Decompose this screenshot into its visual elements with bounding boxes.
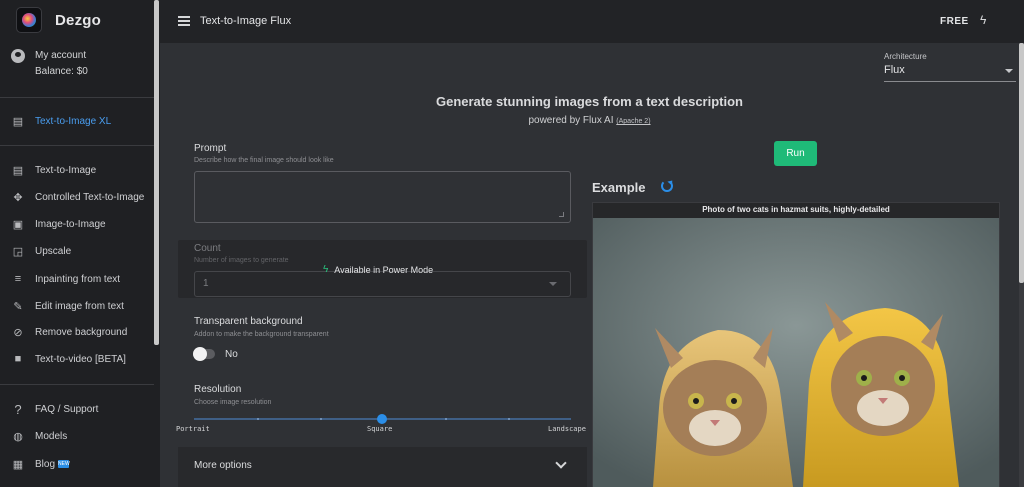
dezgo-logo bbox=[16, 7, 42, 33]
balance-text: Balance: $0 bbox=[35, 66, 88, 77]
sidebar-item-inpainting[interactable]: ≡ Inpainting from text bbox=[11, 272, 120, 286]
slider-tick bbox=[320, 418, 322, 420]
sidebar-item-label: Remove background bbox=[35, 326, 128, 338]
count-hint: Number of images to generate bbox=[194, 257, 289, 264]
sidebar-item-label: Blog bbox=[35, 458, 56, 470]
sidebar-item-text-to-video[interactable]: ■ Text-to-video [BETA] bbox=[11, 352, 126, 366]
resolution-option-landscape[interactable]: Landscape bbox=[548, 425, 586, 433]
account-circle-icon bbox=[11, 49, 25, 63]
sidebar-item-remove-background[interactable]: ⊘ Remove background bbox=[11, 325, 127, 339]
headline: Generate stunning images from a text des… bbox=[435, 94, 743, 109]
sidebar-divider bbox=[0, 145, 154, 146]
sidebar: Dezgo My account Balance: $0 ▤ Text-to-I… bbox=[0, 0, 160, 487]
run-button[interactable]: Run bbox=[774, 141, 817, 166]
resolution-hint: Choose image resolution bbox=[194, 399, 272, 406]
sidebar-item-label: Edit image from text bbox=[35, 300, 124, 312]
slider-tick bbox=[257, 418, 259, 420]
slider-thumb[interactable] bbox=[377, 414, 387, 424]
sidebar-item-label: Upscale bbox=[35, 245, 72, 257]
models-icon: ◍ bbox=[13, 430, 23, 443]
transparent-bg-label: Transparent background bbox=[194, 316, 303, 327]
example-image bbox=[593, 218, 999, 487]
sidebar-item-controlled-text-to-image[interactable]: ✥ Controlled Text-to-Image bbox=[11, 190, 144, 204]
powered-by-text: powered by Flux AI bbox=[528, 115, 614, 126]
sidebar-item-label: Image-to-Image bbox=[35, 218, 106, 230]
menu-icon[interactable] bbox=[178, 16, 190, 26]
sidebar-item-label: Text-to-video [BETA] bbox=[35, 353, 126, 365]
new-badge: NEW bbox=[58, 460, 70, 468]
sidebar-divider bbox=[0, 97, 154, 98]
bolt-icon[interactable]: ϟ bbox=[980, 13, 986, 27]
sidebar-item-text-to-image[interactable]: ▤ Text-to-Image bbox=[11, 163, 96, 177]
resolution-option-portrait[interactable]: Portrait bbox=[176, 425, 210, 433]
chat-icon: ▤ bbox=[12, 164, 24, 177]
dropdown-caret-icon[interactable] bbox=[1005, 69, 1013, 73]
sidebar-item-label: Text-to-Image XL bbox=[35, 115, 112, 127]
sidebar-item-label: Controlled Text-to-Image bbox=[35, 191, 145, 203]
sidebar-item-faq[interactable]: ? FAQ / Support bbox=[11, 401, 99, 417]
sidebar-item-label: FAQ / Support bbox=[35, 403, 99, 415]
more-options-label[interactable]: More options bbox=[194, 460, 252, 471]
prompt-label: Prompt bbox=[194, 143, 227, 154]
sidebar-item-edit-image[interactable]: ✎ Edit image from text bbox=[11, 299, 124, 313]
power-mode-note[interactable]: ϟ Available in Power Mode bbox=[323, 264, 433, 275]
sidebar-item-label: Text-to-Image bbox=[35, 164, 97, 176]
help-icon: ? bbox=[14, 401, 22, 417]
account-label: My account bbox=[35, 50, 87, 61]
transparent-bg-hint: Addon to make the background transparent bbox=[194, 331, 329, 338]
edit-note-icon: ✎ bbox=[13, 300, 23, 313]
brand[interactable]: Dezgo bbox=[16, 7, 101, 33]
sidebar-item-upscale[interactable]: ◲ Upscale bbox=[11, 244, 71, 258]
example-title: Example bbox=[592, 180, 646, 195]
refresh-icon[interactable] bbox=[661, 180, 673, 192]
slider-tick bbox=[445, 418, 447, 420]
video-icon: ■ bbox=[14, 353, 22, 365]
resolution-label: Resolution bbox=[194, 384, 242, 395]
slider-tick bbox=[508, 418, 510, 420]
page-title: Text-to-Image Flux bbox=[200, 15, 292, 27]
architecture-label: Architecture bbox=[884, 52, 927, 61]
blog-icon: ▦ bbox=[12, 458, 24, 471]
wrap-text-icon: ≡ bbox=[14, 273, 22, 285]
count-value: 1 bbox=[203, 278, 209, 289]
architecture-select[interactable]: Flux bbox=[884, 64, 905, 76]
move-icon: ✥ bbox=[13, 191, 23, 204]
sidebar-item-label: Inpainting from text bbox=[35, 273, 121, 285]
prompt-input[interactable] bbox=[194, 171, 571, 223]
upscale-icon: ◲ bbox=[12, 245, 24, 258]
main-scrollbar[interactable] bbox=[1019, 43, 1024, 283]
dropdown-caret-icon bbox=[549, 282, 557, 286]
image-icon: ▣ bbox=[12, 218, 24, 231]
plan-label[interactable]: FREE bbox=[940, 16, 969, 27]
toggle-value: No bbox=[225, 349, 238, 360]
sidebar-item-models[interactable]: ◍ Models bbox=[11, 429, 67, 443]
toggle-knob[interactable] bbox=[193, 347, 207, 361]
chat-icon: ▤ bbox=[12, 115, 24, 128]
sidebar-divider bbox=[0, 384, 154, 385]
sidebar-item-blog[interactable]: ▦ Blog NEW bbox=[11, 457, 70, 471]
count-label: Count bbox=[194, 243, 221, 254]
powered-by: powered by Flux AI (Apache 2) bbox=[160, 115, 1019, 126]
license-link[interactable]: (Apache 2) bbox=[616, 118, 650, 125]
sidebar-item-label: Models bbox=[35, 430, 68, 442]
architecture-underline bbox=[884, 81, 1016, 82]
prompt-hint: Describe how the final image should look… bbox=[194, 157, 334, 164]
sidebar-item-image-to-image[interactable]: ▣ Image-to-Image bbox=[11, 217, 106, 231]
sidebar-item-text-to-image-xl[interactable]: ▤ Text-to-Image XL bbox=[11, 114, 111, 128]
bolt-icon: ϟ bbox=[323, 264, 329, 275]
resize-handle-icon[interactable] bbox=[559, 212, 564, 217]
sidebar-scrollbar[interactable] bbox=[154, 0, 159, 345]
power-mode-text: Available in Power Mode bbox=[334, 264, 434, 275]
my-account[interactable]: My account Balance: $0 bbox=[11, 48, 88, 80]
top-bar: Text-to-Image Flux FREE ϟ bbox=[160, 0, 1024, 43]
no-image-icon: ⊘ bbox=[13, 326, 23, 339]
example-caption: Photo of two cats in hazmat suits, highl… bbox=[702, 205, 890, 214]
brand-name: Dezgo bbox=[55, 11, 101, 29]
resolution-option-square[interactable]: Square bbox=[367, 425, 392, 433]
